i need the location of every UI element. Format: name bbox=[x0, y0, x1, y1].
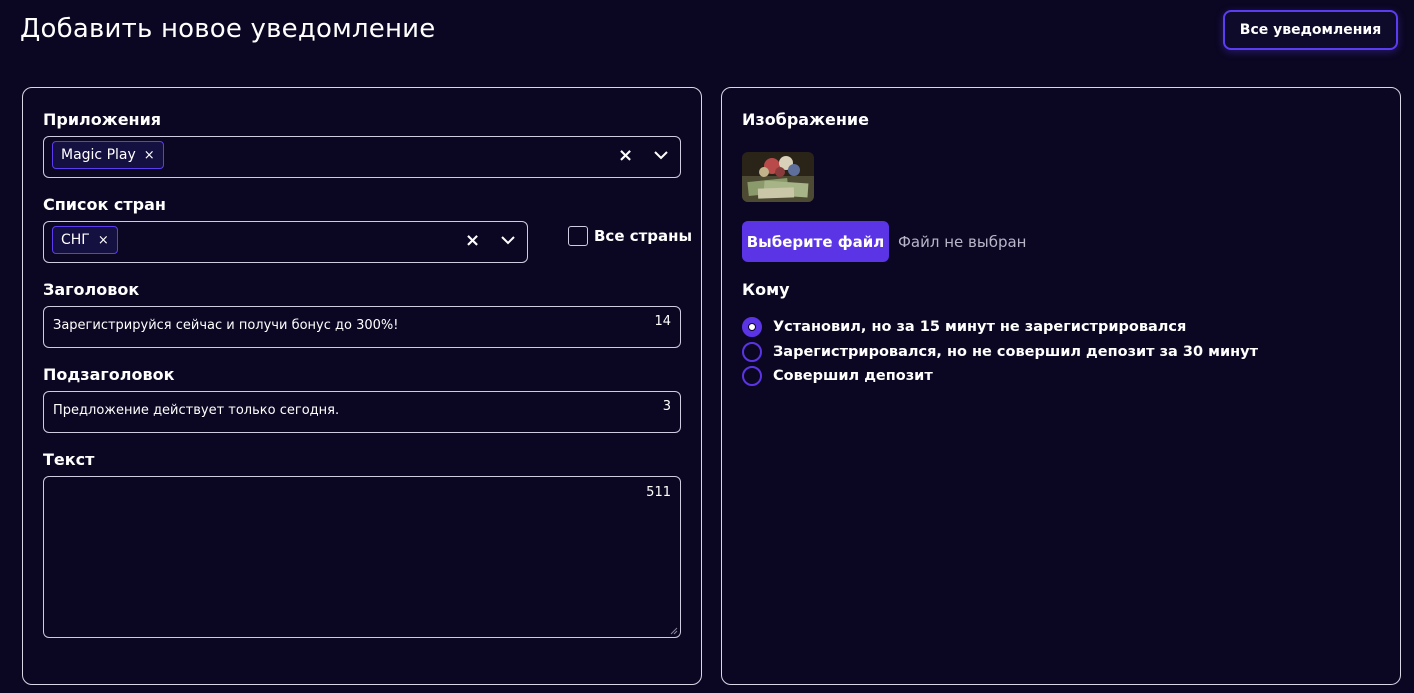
radio-unchecked-icon[interactable] bbox=[742, 366, 762, 386]
resize-grip-icon[interactable] bbox=[670, 627, 678, 635]
subtitle-label: Подзаголовок bbox=[43, 365, 175, 384]
form-panel-left: Приложения Magic Play × × Список стран С… bbox=[22, 87, 702, 685]
chip-remove-icon[interactable]: × bbox=[144, 148, 155, 163]
countries-select[interactable]: СНГ × × bbox=[43, 221, 528, 263]
subtitle-counter: 3 bbox=[662, 399, 671, 414]
title-counter: 14 bbox=[654, 314, 671, 329]
all-countries-checkbox[interactable] bbox=[568, 226, 588, 246]
text-textarea[interactable]: 511 bbox=[43, 476, 681, 638]
audience-label: Кому bbox=[742, 280, 790, 299]
money-image-icon bbox=[742, 152, 814, 202]
radio-unchecked-icon[interactable] bbox=[742, 342, 762, 362]
apps-select[interactable]: Magic Play × × bbox=[43, 136, 681, 178]
chevron-down-icon[interactable] bbox=[654, 150, 668, 160]
radio-label: Установил, но за 15 минут не зарегистрир… bbox=[773, 319, 1187, 335]
all-notifications-button[interactable]: Все уведомления bbox=[1223, 10, 1398, 50]
text-counter: 511 bbox=[646, 485, 671, 500]
country-chip-label: СНГ bbox=[61, 232, 90, 248]
chevron-down-icon[interactable] bbox=[501, 235, 515, 245]
clear-icon[interactable]: × bbox=[618, 145, 633, 166]
choose-file-button[interactable]: Выберите файл bbox=[742, 221, 889, 262]
radio-label: Зарегистрировался, но не совершил депози… bbox=[773, 344, 1258, 360]
chip-remove-icon[interactable]: × bbox=[98, 233, 109, 248]
app-chip-label: Magic Play bbox=[61, 147, 136, 163]
text-label: Текст bbox=[43, 450, 95, 469]
radio-label: Совершил депозит bbox=[773, 368, 933, 384]
subtitle-input[interactable]: Предложение действует только сегодня. 3 bbox=[43, 391, 681, 433]
radio-option-registered[interactable]: Зарегистрировался, но не совершил депози… bbox=[742, 342, 1258, 362]
page-title: Добавить новое уведомление bbox=[20, 14, 436, 44]
radio-checked-icon[interactable] bbox=[742, 317, 762, 337]
title-label: Заголовок bbox=[43, 280, 140, 299]
form-panel-right: Изображение Выберите файл Файл не выбран… bbox=[721, 87, 1401, 685]
title-input-value: Зарегистрируйся сейчас и получи бонус до… bbox=[53, 318, 399, 333]
image-thumbnail bbox=[742, 152, 814, 202]
all-countries-label: Все страны bbox=[594, 227, 693, 245]
radio-option-installed[interactable]: Установил, но за 15 минут не зарегистрир… bbox=[742, 317, 1186, 337]
app-chip: Magic Play × bbox=[52, 141, 164, 169]
image-label: Изображение bbox=[742, 110, 869, 129]
title-input[interactable]: Зарегистрируйся сейчас и получи бонус до… bbox=[43, 306, 681, 348]
clear-icon[interactable]: × bbox=[465, 230, 480, 251]
radio-option-deposited[interactable]: Совершил депозит bbox=[742, 366, 933, 386]
countries-label: Список стран bbox=[43, 195, 166, 214]
subtitle-input-value: Предложение действует только сегодня. bbox=[53, 403, 340, 418]
country-chip: СНГ × bbox=[52, 226, 118, 254]
apps-label: Приложения bbox=[43, 110, 162, 129]
file-status-text: Файл не выбран bbox=[898, 233, 1027, 251]
